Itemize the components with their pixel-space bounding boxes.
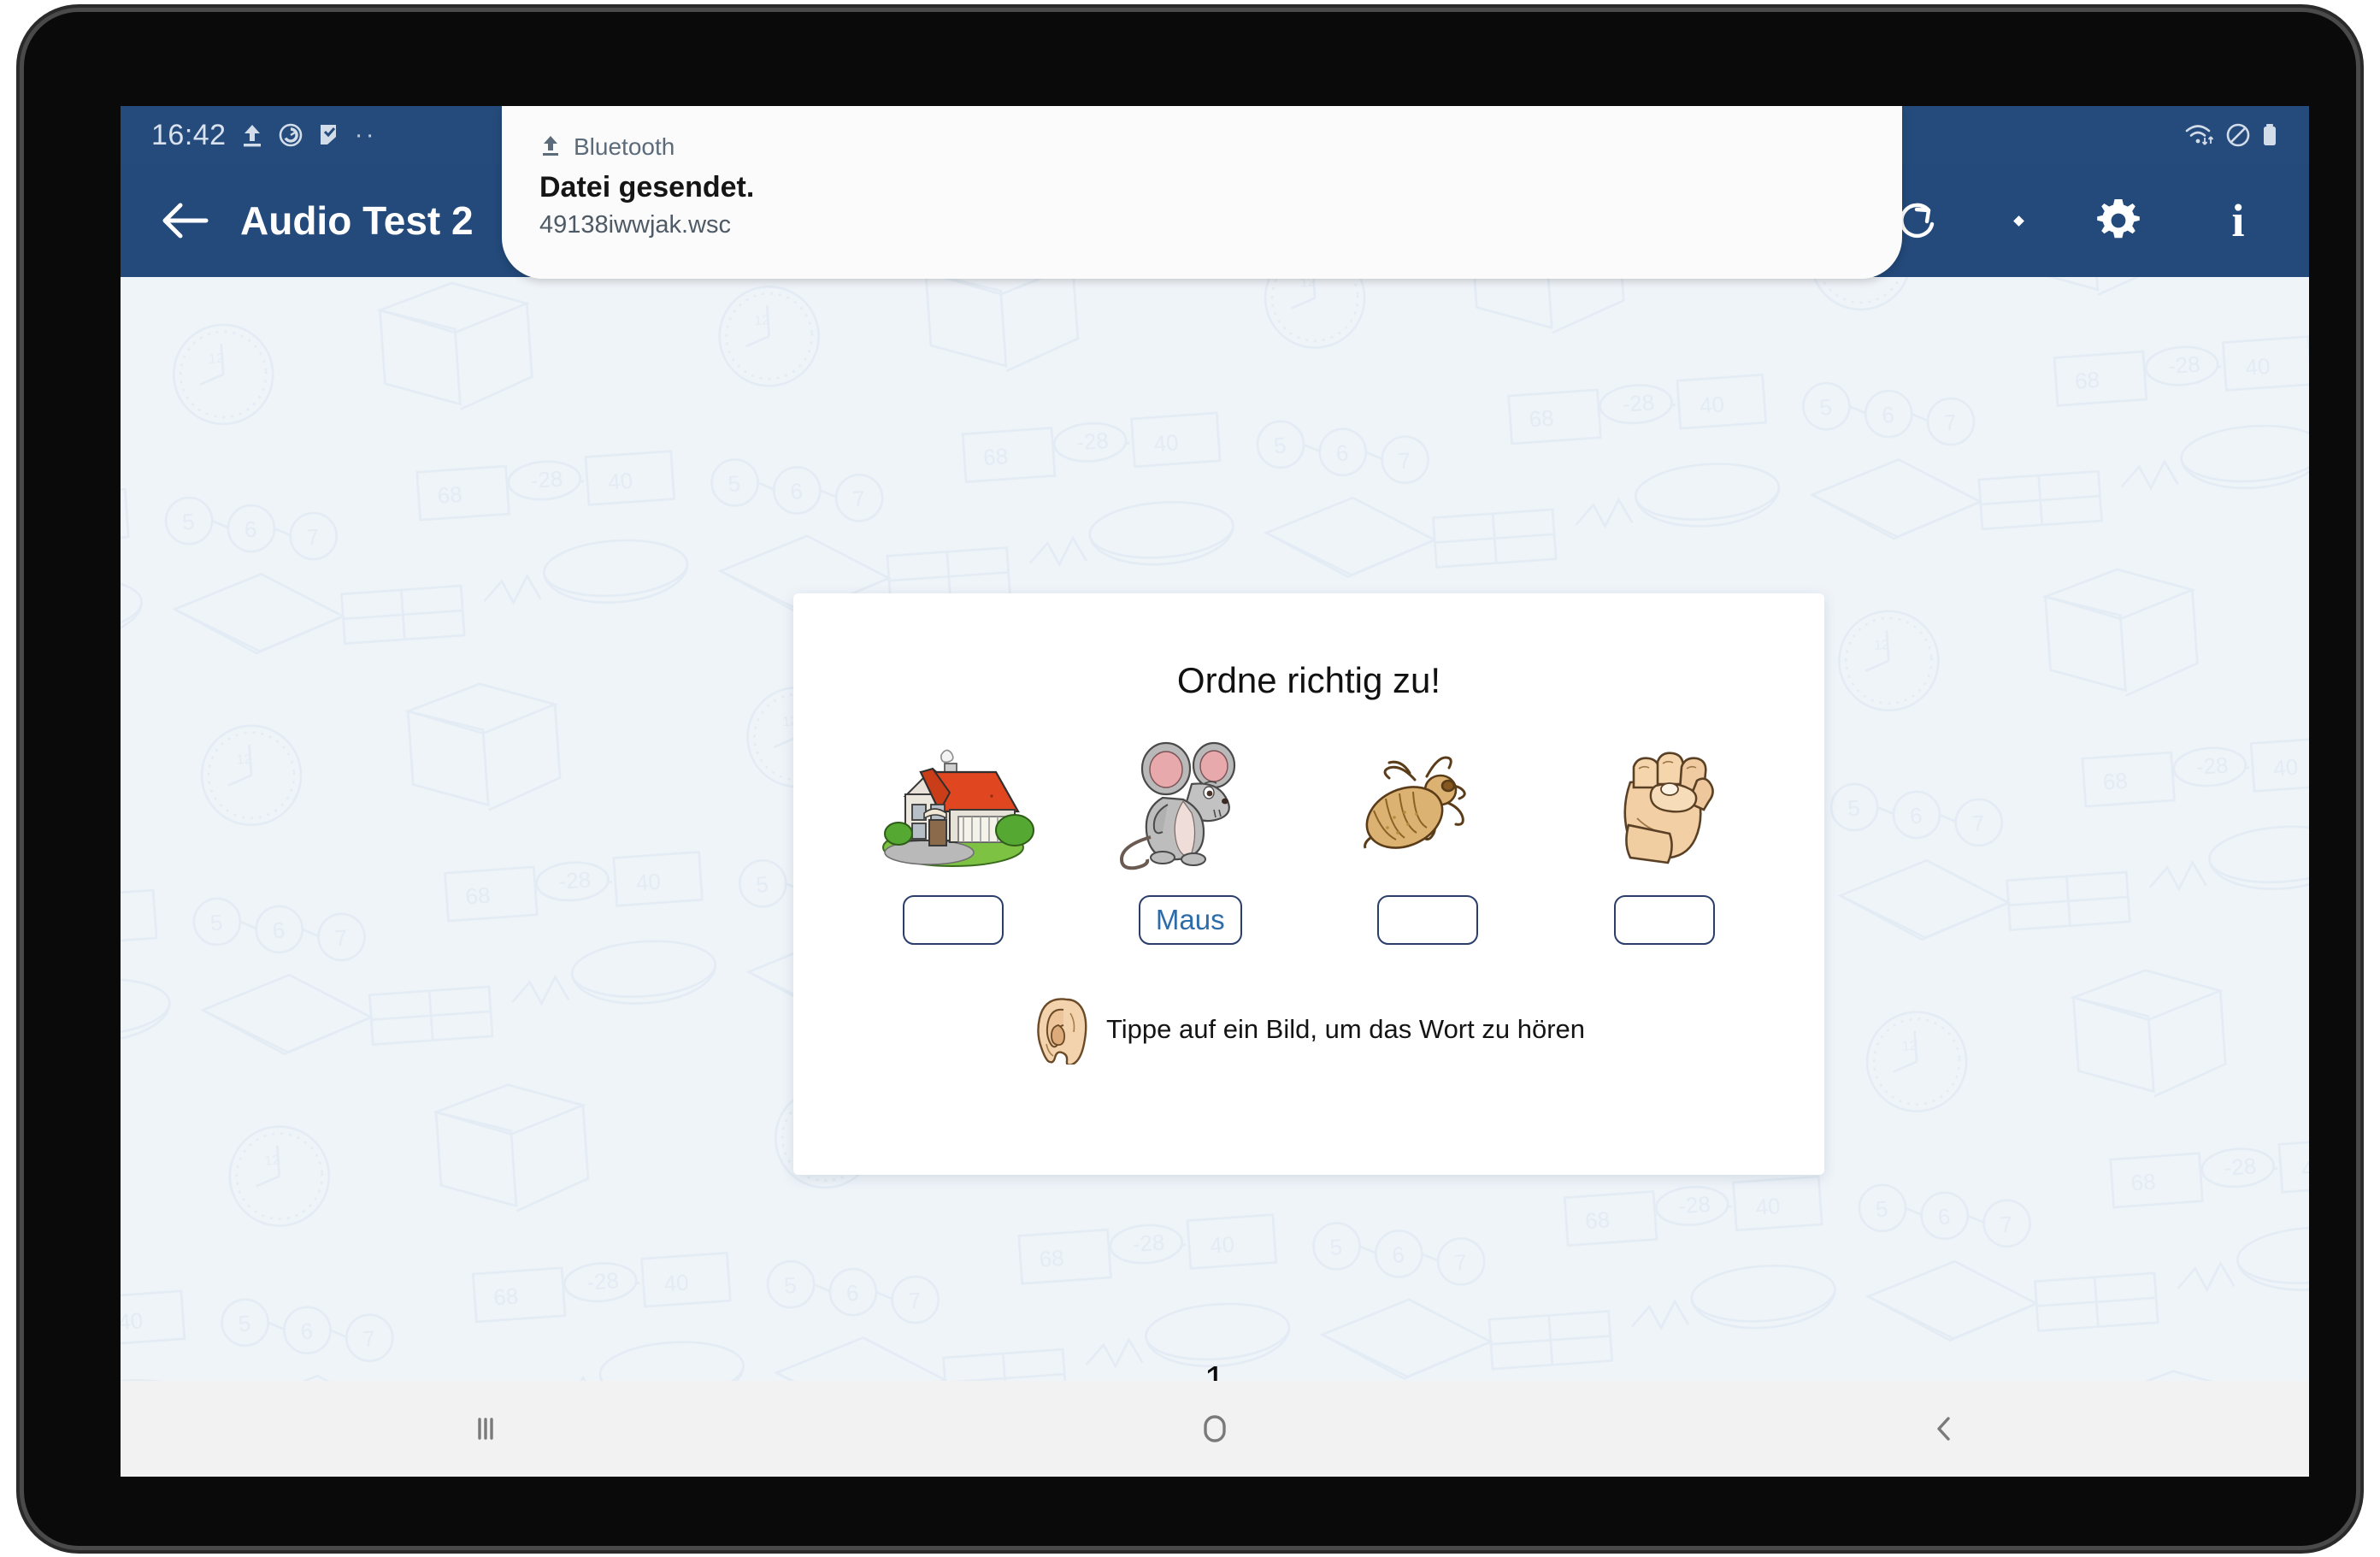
answer-box	[902, 895, 1004, 945]
status-bar-right	[2184, 122, 2278, 148]
settings-button[interactable]	[2082, 184, 2155, 257]
hint-row: Tippe auf ein Bild, um das Wort zu hören	[793, 994, 1824, 1065]
more-dots-icon: ··	[354, 121, 377, 149]
device-screen: 68 -28 40 5 6 7 12 Ordne richtig zu!	[121, 106, 2309, 1477]
answer-slot-louse[interactable]	[1338, 895, 1517, 945]
notification-app-name: Bluetooth	[574, 133, 675, 160]
back-arrow-button[interactable]	[146, 181, 225, 260]
battery-icon	[2261, 122, 2278, 148]
app-bar-actions: i	[1882, 184, 2275, 257]
louse-icon	[1363, 755, 1466, 849]
notification-header: Bluetooth	[539, 130, 1865, 164]
info-icon: i	[2231, 195, 2245, 246]
answer-box: Maus	[1138, 895, 1242, 945]
bluetooth-upload-icon	[539, 133, 562, 162]
answer-box	[1376, 895, 1478, 945]
alarm-sync-icon	[278, 122, 303, 148]
back-icon	[1937, 1417, 1951, 1441]
back-button[interactable]	[1580, 1381, 2309, 1477]
do-not-disturb-icon	[2225, 122, 2251, 148]
dot-icon	[2012, 215, 2024, 227]
back-arrow-icon	[162, 203, 209, 239]
answer-box-text: Maus	[1155, 904, 1225, 935]
flag-check-icon	[317, 122, 341, 148]
status-bar-left: 16:42 ··	[151, 119, 377, 152]
ear-icon	[1037, 998, 1087, 1065]
answer-slot-fist[interactable]	[1575, 895, 1754, 945]
mouse-icon	[1120, 741, 1236, 870]
dot-button[interactable]	[2001, 184, 2035, 257]
answer-slot-mouse[interactable]: Maus	[1100, 895, 1280, 945]
fist-icon	[1623, 752, 1715, 864]
notification-body: 49138iwwjak.wsc	[539, 211, 732, 239]
info-button[interactable]: i	[2201, 184, 2275, 257]
navigation-bar	[121, 1381, 2309, 1477]
hint-text: Tippe auf ein Bild, um das Wort zu hören	[1105, 1014, 1585, 1044]
answer-slot-house[interactable]	[863, 895, 1043, 945]
answer-row: Maus	[793, 895, 1824, 945]
settings-gear-icon	[2097, 199, 2140, 239]
exercise-title: Ordne richtig zu!	[1176, 660, 1441, 700]
page-title: Audio Test 2	[240, 198, 474, 243]
notification-title: Datei gesendet.	[539, 171, 755, 203]
picture-fist[interactable]	[1575, 732, 1754, 873]
home-icon	[1204, 1415, 1226, 1442]
picture-louse[interactable]	[1338, 732, 1517, 873]
recents-icon	[477, 1418, 493, 1440]
picture-house[interactable]	[863, 732, 1043, 873]
recents-button[interactable]	[121, 1381, 850, 1477]
answer-box	[1614, 895, 1716, 945]
tablet-device-frame: 68 -28 40 5 6 7 12 Ordne richtig zu!	[24, 12, 2356, 1546]
picture-row	[793, 732, 1824, 873]
wifi-data-icon	[2184, 122, 2215, 148]
status-clock: 16:42	[151, 118, 227, 151]
upload-icon	[240, 122, 264, 148]
home-button[interactable]	[850, 1381, 1579, 1477]
notification-toast[interactable]: Bluetooth Datei gesendet. 49138iwwjak.ws…	[502, 106, 1902, 279]
picture-mouse[interactable]	[1100, 732, 1280, 873]
exercise-card: Ordne richtig zu! Maus Tippe auf ein Bil…	[793, 593, 1824, 1175]
house-icon	[881, 749, 1034, 867]
